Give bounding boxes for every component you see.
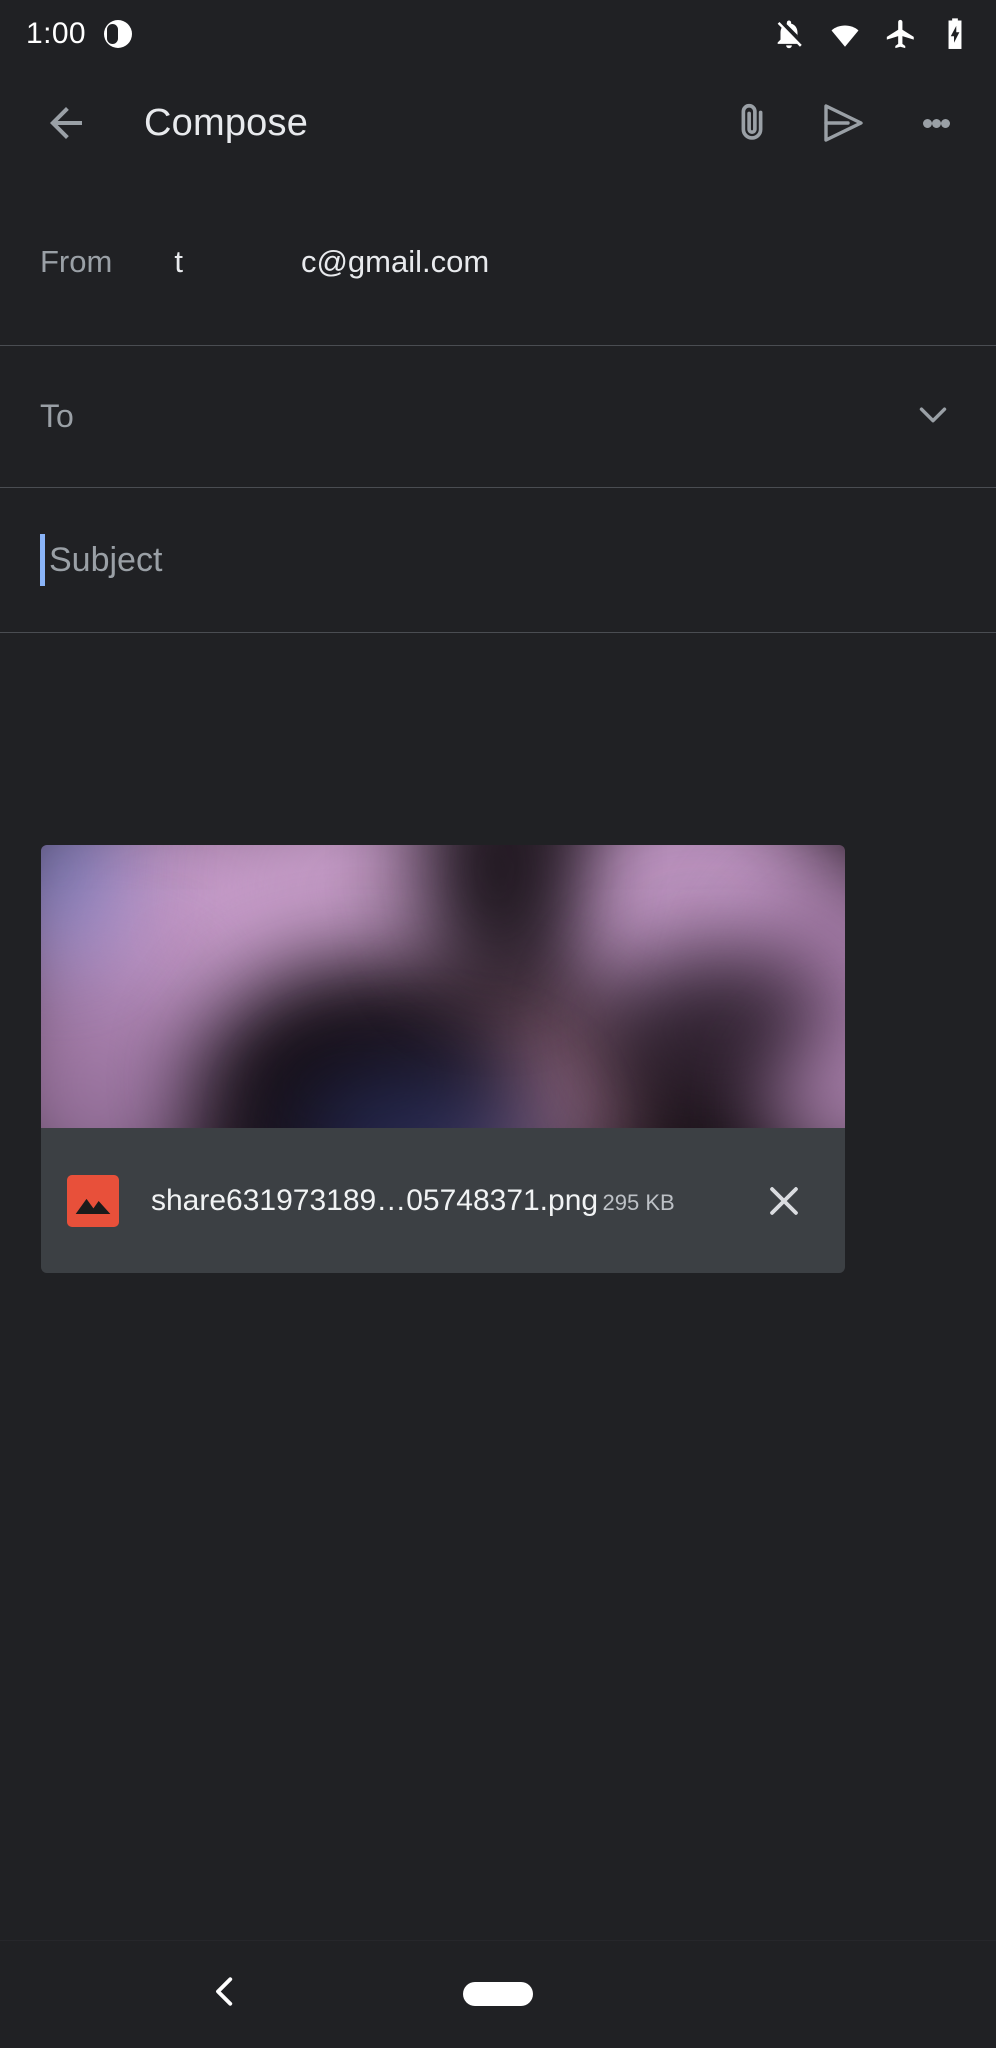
attachment-card[interactable]: share631973189…05748371.png 295 KB xyxy=(41,845,845,1273)
notification-dot-icon xyxy=(104,20,132,48)
image-file-icon xyxy=(67,1174,119,1227)
airplane-mode-icon xyxy=(884,17,918,51)
attachment-meta: share631973189…05748371.png 295 KB xyxy=(151,1184,749,1218)
to-input[interactable]: To xyxy=(40,398,74,435)
app-bar-actions xyxy=(706,77,996,169)
remove-attachment-button[interactable] xyxy=(749,1166,819,1236)
from-label: From xyxy=(40,243,113,279)
subject-row[interactable]: Subject xyxy=(0,488,996,633)
kebab-dot-icon xyxy=(931,118,941,128)
nav-divider xyxy=(0,1940,996,1941)
from-address-part1: t xyxy=(174,243,183,279)
attachment-file-name: share631973189…05748371.png xyxy=(151,1183,599,1217)
from-row[interactable]: From t c@gmail.com xyxy=(0,178,996,346)
system-back-button[interactable] xyxy=(204,1971,246,2018)
status-bar-right xyxy=(772,17,970,51)
wifi-icon xyxy=(828,17,862,51)
system-home-pill[interactable] xyxy=(463,1982,533,2006)
back-button[interactable] xyxy=(20,99,112,147)
status-bar-left: 1:00 xyxy=(26,17,132,51)
send-button[interactable] xyxy=(798,77,890,169)
system-navigation-bar xyxy=(0,1940,996,2048)
from-address: t c@gmail.com xyxy=(112,244,489,280)
notifications-off-icon xyxy=(772,17,806,51)
attach-file-button[interactable] xyxy=(706,77,798,169)
subject-placeholder: Subject xyxy=(49,540,163,579)
battery-charging-icon xyxy=(940,17,970,51)
attachment-file-size: 295 KB xyxy=(602,1189,675,1215)
more-options-button[interactable] xyxy=(890,77,982,169)
status-bar-clock: 1:00 xyxy=(26,17,86,50)
status-bar: 1:00 xyxy=(0,0,996,68)
subject-input[interactable]: Subject xyxy=(40,534,162,586)
page-title: Compose xyxy=(144,101,309,144)
chevron-down-icon[interactable] xyxy=(910,391,956,442)
app-bar: Compose xyxy=(0,68,996,178)
compose-screen: 1:00 Compose From t c@gmail.com To Subje… xyxy=(0,0,996,2048)
kebab-dot-icon xyxy=(922,118,932,128)
text-caret xyxy=(40,534,45,586)
from-address-part2: c@gmail.com xyxy=(300,243,490,279)
kebab-dot-icon xyxy=(940,118,950,128)
attachment-footer: share631973189…05748371.png 295 KB xyxy=(41,1128,845,1273)
to-row[interactable]: To xyxy=(0,346,996,488)
attachment-preview-image[interactable] xyxy=(41,845,845,1128)
